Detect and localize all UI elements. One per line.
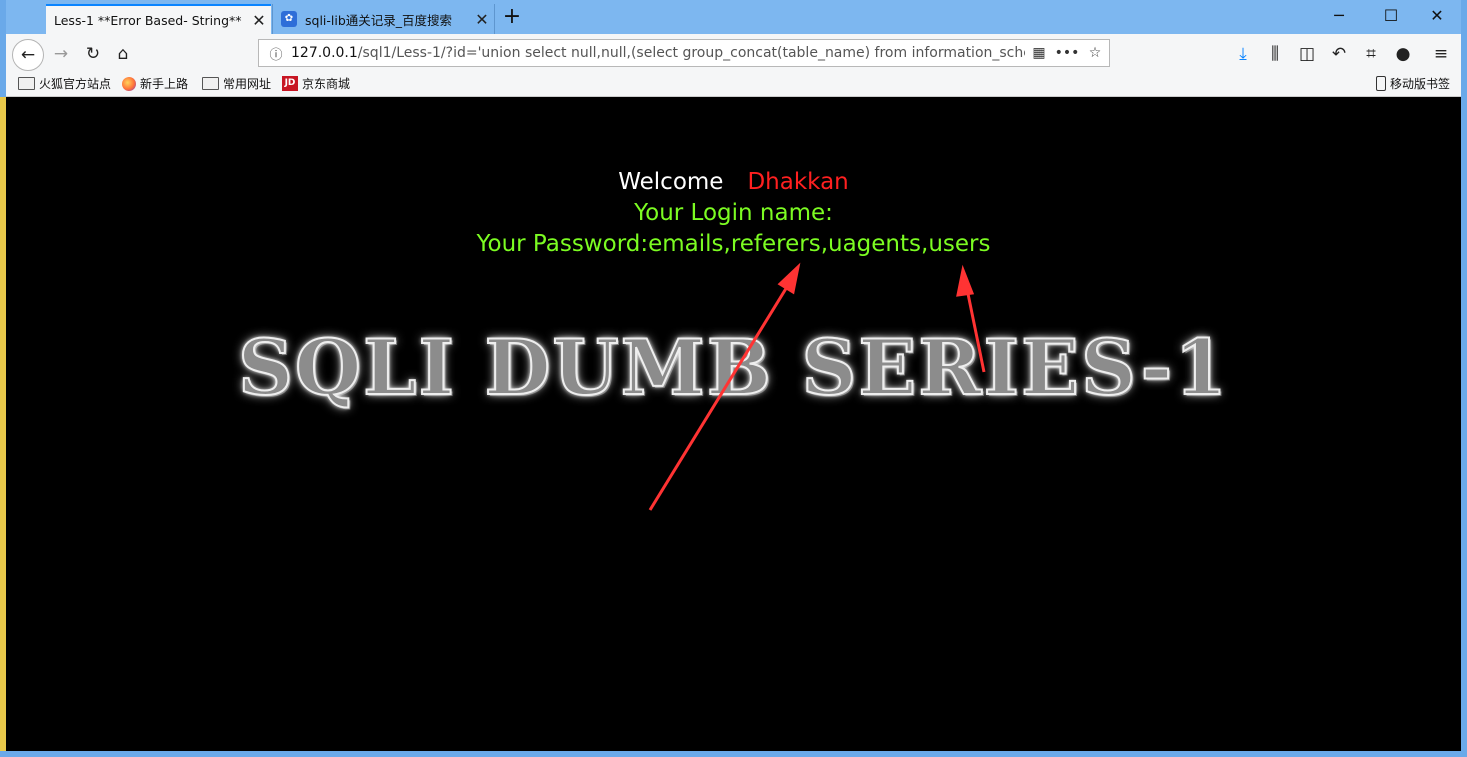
annotation-arrow-2 (964, 283, 986, 373)
annotation-arrows (648, 262, 986, 511)
annotation-arrowhead-1 (777, 262, 801, 295)
annotation-arrowhead-2 (956, 264, 975, 297)
annotation-arrow-1 (648, 281, 792, 511)
